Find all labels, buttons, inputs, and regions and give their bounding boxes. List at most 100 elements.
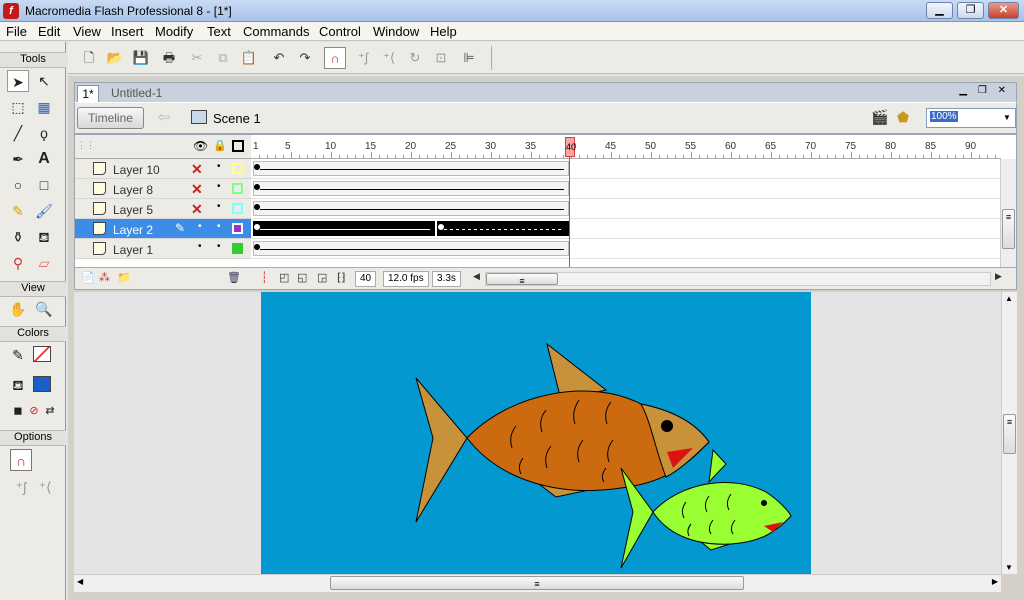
brush-tool-icon[interactable]: 🖌 xyxy=(33,200,55,222)
arrow-tool-icon[interactable]: ➤ xyxy=(7,70,29,92)
frame-ruler[interactable]: 151015202530354045505560657075808590 xyxy=(251,135,1001,159)
eye-icon[interactable]: 👁 xyxy=(193,139,208,153)
menu-commands[interactable]: Commands xyxy=(243,24,309,39)
free-transform-tool-icon[interactable]: ⬚ xyxy=(7,96,29,118)
timeline-vertical-scrollbar[interactable]: ≡ xyxy=(1000,159,1016,267)
outline-icon[interactable] xyxy=(232,140,244,152)
tween-span[interactable] xyxy=(253,241,569,256)
keyframe[interactable] xyxy=(254,224,260,230)
menu-modify[interactable]: Modify xyxy=(155,24,193,39)
maximize-button[interactable]: ❐ xyxy=(957,2,984,19)
scroll-left-icon[interactable]: ◀ xyxy=(473,271,480,282)
stage[interactable] xyxy=(261,292,811,574)
hidden-x-icon[interactable]: ✕ xyxy=(191,181,203,198)
stage-vertical-scrollbar[interactable]: ▲ ≡ ▼ xyxy=(1001,292,1017,574)
scroll-left-icon[interactable]: ◀ xyxy=(77,577,83,586)
frame-row[interactable] xyxy=(251,159,1001,179)
rectangle-tool-icon[interactable]: □ xyxy=(33,174,55,196)
layer-row-selected[interactable]: Layer 2 ✎ • • xyxy=(75,219,251,239)
layer-outline-color[interactable] xyxy=(232,243,243,254)
keyframe[interactable] xyxy=(254,204,260,210)
snap-magnet-option-icon[interactable]: ∩ xyxy=(10,449,32,471)
cut-icon[interactable]: ✂ xyxy=(186,47,208,69)
fill-color-swatch[interactable] xyxy=(33,376,51,392)
timeline-horizontal-scrollbar[interactable]: ≡ xyxy=(485,272,991,286)
tween-span-broken[interactable] xyxy=(437,221,569,236)
add-motion-guide-icon[interactable]: ⁂ xyxy=(99,271,110,284)
document-tab-active[interactable]: 1* xyxy=(77,85,99,103)
layer-outline-color[interactable] xyxy=(232,203,243,214)
open-folder-icon[interactable]: 📂 xyxy=(104,47,126,69)
hidden-x-icon[interactable]: ✕ xyxy=(191,161,203,178)
center-frame-icon[interactable]: ┆ xyxy=(261,271,268,284)
menu-view[interactable]: View xyxy=(73,24,101,39)
menu-control[interactable]: Control xyxy=(319,24,361,39)
keyframe[interactable] xyxy=(438,224,444,230)
save-icon[interactable]: 💾 xyxy=(130,47,152,69)
eyedropper-tool-icon[interactable]: ⚲ xyxy=(7,252,29,274)
snap-magnet-icon[interactable]: ∩ xyxy=(324,47,346,69)
chevron-down-icon[interactable]: ▼ xyxy=(999,109,1015,127)
pencil-tool-icon[interactable]: ✎ xyxy=(7,200,29,222)
close-button[interactable]: ✕ xyxy=(988,2,1019,19)
scroll-thumb[interactable]: ≡ xyxy=(486,273,558,286)
frame-row-selected[interactable] xyxy=(251,219,1001,239)
ink-bottle-tool-icon[interactable]: ⚱ xyxy=(7,226,29,248)
menu-file[interactable]: File xyxy=(6,24,27,39)
menu-insert[interactable]: Insert xyxy=(111,24,144,39)
smooth-icon[interactable]: ⁺ʃ xyxy=(352,47,374,69)
grip-icon[interactable]: ⋮⋮ xyxy=(77,140,95,151)
eraser-tool-icon[interactable]: ▱ xyxy=(33,252,55,274)
insert-folder-icon[interactable]: 📁 xyxy=(117,271,131,284)
align-icon[interactable]: ⊫ xyxy=(458,47,480,69)
tween-span[interactable] xyxy=(253,181,569,196)
scroll-up-icon[interactable]: ▲ xyxy=(1005,294,1013,303)
menu-text[interactable]: Text xyxy=(207,24,231,39)
paint-bucket-tool-icon[interactable]: ⛾ xyxy=(33,226,55,248)
visible-dot-icon[interactable]: • xyxy=(198,221,202,232)
lock-dot-icon[interactable]: • xyxy=(217,181,221,192)
edit-multiple-frames-icon[interactable]: ◲ xyxy=(317,271,327,284)
big-fish[interactable] xyxy=(415,342,710,523)
print-icon[interactable]: 🖶 xyxy=(158,47,180,69)
edit-scene-icon[interactable]: 🎬 xyxy=(871,109,888,126)
paste-icon[interactable]: 📋 xyxy=(238,47,260,69)
onion-outlines-icon[interactable]: ◱ xyxy=(297,271,307,284)
frame-row[interactable] xyxy=(251,239,1001,259)
edit-symbols-icon[interactable]: ⬟ xyxy=(897,109,909,126)
keyframe[interactable] xyxy=(254,244,260,250)
straighten-option-icon[interactable]: ⁺⟨ xyxy=(34,476,56,498)
subselect-tool-icon[interactable]: ↖ xyxy=(33,70,55,92)
stage-horizontal-scrollbar[interactable]: ◀ ≡ ▶ xyxy=(74,574,1001,592)
copy-icon[interactable]: ⧉ xyxy=(212,47,234,69)
line-tool-icon[interactable]: ╱ xyxy=(7,122,29,144)
zoom-tool-icon[interactable]: 🔍 xyxy=(33,298,55,320)
layer-row[interactable]: Layer 1 • • xyxy=(75,239,251,259)
layer-row[interactable]: Layer 5 ✕ • xyxy=(75,199,251,219)
menu-window[interactable]: Window xyxy=(373,24,419,39)
playhead-marker[interactable]: 40 xyxy=(565,137,576,157)
visible-dot-icon[interactable]: • xyxy=(198,241,202,252)
stroke-color-swatch[interactable] xyxy=(33,346,51,362)
redo-icon[interactable]: ↷ xyxy=(294,47,316,69)
keyframe[interactable] xyxy=(254,184,260,190)
frame-rate[interactable]: 12.0 fps xyxy=(383,271,429,287)
pen-tool-icon[interactable]: ✒ xyxy=(7,148,29,170)
frame-row[interactable] xyxy=(251,199,1001,219)
document-tab-untitled[interactable]: Untitled-1 xyxy=(111,86,162,100)
document-window-controls[interactable]: ▁ ❐ ✕ xyxy=(959,85,1010,96)
lock-icon[interactable]: 🔒 xyxy=(213,139,227,152)
insert-layer-icon[interactable]: 📄 xyxy=(81,271,95,284)
layer-row[interactable]: Layer 8 ✕ • xyxy=(75,179,251,199)
lock-dot-icon[interactable]: • xyxy=(217,161,221,172)
scroll-right-icon[interactable]: ▶ xyxy=(995,271,1002,282)
menu-edit[interactable]: Edit xyxy=(38,24,60,39)
lasso-tool-icon[interactable]: ϙ xyxy=(33,122,55,144)
scroll-thumb[interactable]: ≡ xyxy=(330,576,744,590)
minimize-button[interactable]: ▁ xyxy=(926,2,953,19)
trash-icon[interactable]: 🗑 xyxy=(227,271,241,284)
onion-markers-icon[interactable]: ⁅⁆ xyxy=(337,271,346,284)
hidden-x-icon[interactable]: ✕ xyxy=(191,201,203,218)
smooth-option-icon[interactable]: ⁺ʃ xyxy=(10,476,32,498)
tween-span[interactable] xyxy=(253,201,569,216)
